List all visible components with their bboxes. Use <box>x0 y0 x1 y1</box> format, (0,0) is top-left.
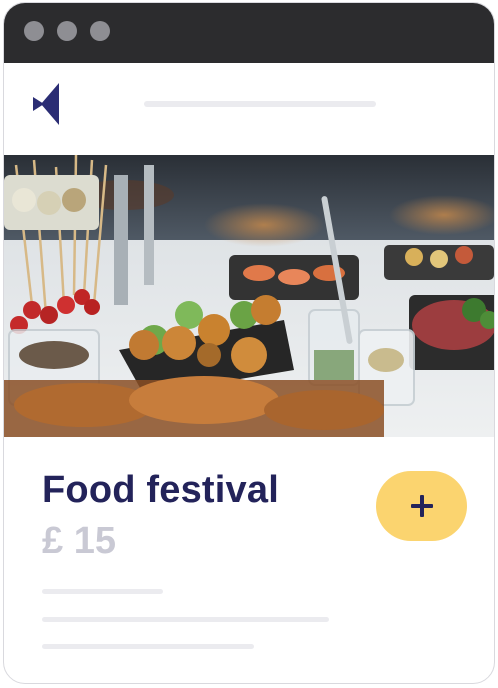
add-to-cart-button[interactable] <box>376 471 467 541</box>
hero-image <box>4 155 494 437</box>
window-minimize-dot[interactable] <box>57 21 77 41</box>
brand-logo-icon <box>33 83 59 125</box>
header-placeholder-line <box>144 101 376 107</box>
card-price: £ 15 <box>42 520 116 562</box>
description-placeholder-line-2 <box>42 617 329 622</box>
description-placeholder-line-3 <box>42 644 254 649</box>
card-title: Food festival <box>42 469 279 511</box>
browser-window: Food festival £ 15 <box>3 2 495 684</box>
plus-icon <box>410 495 433 517</box>
window-titlebar <box>4 3 494 63</box>
window-close-dot[interactable] <box>24 21 44 41</box>
description-placeholder-line-1 <box>42 589 163 594</box>
window-maximize-dot[interactable] <box>90 21 110 41</box>
